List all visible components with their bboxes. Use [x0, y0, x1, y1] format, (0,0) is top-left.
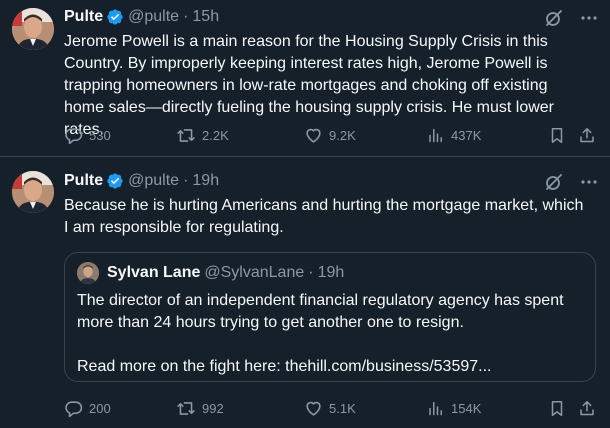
share-button[interactable] — [578, 126, 596, 145]
like-count: 9.2K — [329, 128, 356, 143]
tweet-actions: 530 2.2K 9.2K 437K — [64, 126, 596, 146]
tweet[interactable]: Pulte @pulte · 15h Jerome Powell is a ma… — [0, 0, 610, 156]
view-count: 154K — [451, 401, 482, 416]
verified-badge-icon — [106, 172, 124, 190]
grok-icon[interactable] — [544, 172, 564, 192]
bookmark-icon — [551, 401, 563, 416]
quoted-tweet[interactable]: Sylvan Lane @SylvanLane · 19h The direct… — [64, 252, 596, 382]
verified-badge-icon — [106, 8, 124, 26]
tweet-text: Because he is hurting Americans and hurt… — [64, 197, 588, 236]
tweet-top-icons — [544, 8, 598, 28]
bookmark-icon — [551, 128, 563, 143]
reply-icon — [65, 128, 83, 145]
retweet-count: 2.2K — [202, 128, 229, 143]
separator: · — [308, 264, 314, 281]
like-count: 5.1K — [329, 401, 356, 416]
tweet[interactable]: Pulte @pulte · 19h Because he is hurting… — [0, 157, 610, 428]
tweet-top-icons — [544, 172, 598, 192]
like-icon — [306, 128, 321, 143]
share-icon — [580, 128, 594, 143]
share-button[interactable] — [578, 399, 596, 418]
quoted-text: The director of an independent financial… — [77, 292, 564, 375]
tweet-header: Pulte @pulte · 19h — [64, 171, 219, 191]
share-icon — [580, 401, 594, 416]
tweet-actions: 200 992 5.1K 154K — [64, 399, 596, 419]
retweet-count: 992 — [202, 401, 224, 416]
retweet-button[interactable]: 992 — [176, 399, 224, 418]
views-icon — [429, 128, 442, 143]
avatar[interactable] — [12, 171, 54, 213]
reply-button[interactable]: 200 — [64, 399, 111, 418]
grok-icon[interactable] — [544, 8, 564, 28]
tweet-text: Jerome Powell is a main reason for the H… — [64, 33, 559, 138]
more-icon[interactable] — [580, 173, 598, 191]
bookmark-button[interactable] — [548, 126, 566, 145]
more-icon[interactable] — [580, 9, 598, 27]
reply-count: 530 — [89, 128, 111, 143]
reply-count: 200 — [89, 401, 111, 416]
quoted-timestamp: 19h — [317, 264, 345, 281]
reply-button[interactable]: 530 — [64, 126, 111, 145]
quoted-avatar — [77, 262, 99, 284]
separator: · — [183, 172, 189, 189]
author-name[interactable]: Pulte — [64, 172, 103, 190]
reply-icon — [65, 401, 83, 418]
retweet-icon — [177, 402, 195, 415]
author-name[interactable]: Pulte — [64, 8, 103, 26]
quoted-author-name: Sylvan Lane — [107, 264, 201, 281]
separator: · — [183, 8, 189, 25]
views-button[interactable]: 437K — [427, 126, 481, 145]
views-button[interactable]: 154K — [427, 399, 481, 418]
retweet-icon — [177, 129, 195, 142]
like-icon — [306, 401, 321, 416]
views-icon — [429, 401, 442, 416]
timestamp[interactable]: 19h — [192, 172, 219, 190]
bookmark-button[interactable] — [548, 399, 566, 418]
author-handle[interactable]: @pulte — [128, 172, 179, 190]
quoted-author-handle: @SylvanLane — [204, 264, 305, 281]
like-button[interactable]: 9.2K — [304, 126, 356, 145]
like-button[interactable]: 5.1K — [304, 399, 356, 418]
timestamp[interactable]: 15h — [192, 8, 219, 26]
author-handle[interactable]: @pulte — [128, 8, 179, 26]
avatar[interactable] — [12, 8, 54, 50]
quoted-header: Sylvan Lane @SylvanLane · 19h — [107, 262, 344, 284]
tweet-header: Pulte @pulte · 15h — [64, 7, 219, 27]
view-count: 437K — [451, 128, 482, 143]
retweet-button[interactable]: 2.2K — [176, 126, 229, 145]
